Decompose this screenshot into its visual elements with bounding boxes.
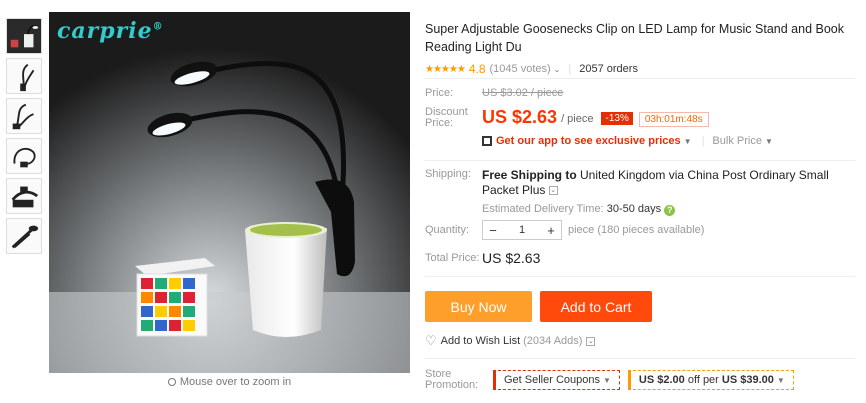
countdown-timer: 03h:01m:48s <box>638 112 709 127</box>
shipping-label: Shipping: <box>425 168 471 180</box>
thumbnail-2[interactable] <box>6 58 42 94</box>
store-promotion-row: Store Promotion: Get Seller Coupons ▼ US … <box>425 369 794 391</box>
discount-row: Discount Price: US $2.63 / piece -13% 03… <box>425 107 855 129</box>
per-piece-unit: / piece <box>561 113 594 125</box>
wishlist-row[interactable]: ♡ Add to Wish List (2034 Adds) ⌄ <box>425 333 596 349</box>
total-row: Total Price: US $2.63 <box>425 250 540 266</box>
thumbnail-list <box>6 18 44 258</box>
product-title: Super Adjustable Goosenecks Clip on LED … <box>425 22 844 54</box>
stock-note: piece (180 pieces available) <box>568 224 705 236</box>
divider <box>425 358 855 359</box>
eta-label: Estimated Delivery Time: <box>482 203 604 215</box>
quantity-stepper: − 1 + <box>482 220 562 240</box>
main-product-image[interactable]: carprie® <box>49 12 410 373</box>
eta-unit: days <box>637 203 662 215</box>
increment-button[interactable]: + <box>541 221 561 239</box>
total-price: US $2.63 <box>482 250 541 266</box>
caret-down-icon: ▼ <box>603 376 611 385</box>
wishlist-count: (2034 Adds) <box>523 335 583 347</box>
magnifier-icon <box>167 378 176 386</box>
rating-row: ★★★★★ 4.8 (1045 votes) ⌄ | 2057 orders <box>425 62 855 76</box>
help-icon[interactable]: ? <box>664 205 676 216</box>
divider <box>425 276 855 277</box>
deal-amount: US $2.00 <box>638 374 685 386</box>
deal-threshold: US $39.00 <box>721 374 774 386</box>
rating-value: 4.8 <box>468 62 486 76</box>
app-prices-link[interactable]: Get our app to see exclusive prices <box>496 135 681 147</box>
seller-coupons-text: Get Seller Coupons <box>504 374 600 386</box>
thumbnail-5[interactable] <box>6 178 42 214</box>
app-promo-row: Get our app to see exclusive prices ▼ | … <box>482 135 855 147</box>
qr-code-icon <box>482 136 492 146</box>
thumbnail-6[interactable] <box>6 218 42 254</box>
total-label: Total Price: <box>425 252 480 264</box>
buy-now-button[interactable]: Buy Now <box>425 291 532 322</box>
thumbnail-1[interactable] <box>6 18 42 54</box>
shipping-details: Free Shipping to United Kingdom via Chin… <box>482 168 852 217</box>
seller-coupons-button[interactable]: Get Seller Coupons ▼ <box>493 370 620 390</box>
divider <box>425 160 855 161</box>
divider <box>425 78 855 79</box>
quantity-label: Quantity: <box>425 224 470 236</box>
free-shipping-text: Free Shipping to <box>482 168 577 182</box>
purchase-actions: Buy Now Add to Cart <box>425 291 652 322</box>
divider: | <box>568 63 572 75</box>
zoom-hint: Mouse over to zoom in <box>49 376 410 388</box>
price-label: Price: <box>425 87 454 99</box>
caret-down-icon: ▼ <box>776 376 785 385</box>
add-to-cart-button[interactable]: Add to Cart <box>540 291 652 322</box>
shipping-method[interactable]: Free Shipping to United Kingdom via Chin… <box>482 168 852 198</box>
shipping-row: Shipping: Free Shipping to United Kingdo… <box>425 168 852 217</box>
discount-badge: -13% <box>601 112 633 125</box>
votes-count[interactable]: (1045 votes) <box>490 63 551 75</box>
eta-value: 30-50 <box>606 203 635 215</box>
price-row: Price: US $3.02 / piece <box>425 87 855 99</box>
chevron-down-icon[interactable]: ⌄ <box>554 65 561 74</box>
original-price: US $3.02 / piece <box>482 87 564 99</box>
quantity-input[interactable]: 1 <box>503 221 541 239</box>
store-promotion-label: Store Promotion: <box>425 368 479 391</box>
chevron-down-icon[interactable]: ⌄ <box>586 336 596 346</box>
star-rating-icon: ★★★★★ <box>425 63 466 75</box>
bulk-price-link[interactable]: Bulk Price <box>712 135 762 147</box>
delivery-estimate: Estimated Delivery Time: 30-50 days ? <box>482 202 852 217</box>
caret-down-icon[interactable]: ▼ <box>765 137 773 146</box>
discount-label: Discount Price: <box>425 106 468 129</box>
quantity-row: Quantity: − 1 + piece (180 pieces availa… <box>425 220 704 240</box>
deal-text: off per <box>684 374 722 386</box>
lamp-photo <box>49 12 410 373</box>
divider: | <box>701 135 705 147</box>
orders-count: 2057 orders <box>579 63 638 75</box>
heart-icon[interactable]: ♡ <box>425 333 437 349</box>
decrement-button[interactable]: − <box>483 221 503 239</box>
chevron-down-icon[interactable]: ⌄ <box>548 186 558 196</box>
discount-price: US $2.63 <box>482 107 558 127</box>
wishlist-link[interactable]: Add to Wish List <box>441 335 520 347</box>
brand-logo-text: carprie <box>57 18 153 44</box>
product-info: Super Adjustable Goosenecks Clip on LED … <box>425 20 855 391</box>
caret-down-icon[interactable]: ▼ <box>684 137 692 146</box>
brand-logo: carprie® <box>57 18 164 44</box>
registered-mark: ® <box>152 21 164 33</box>
thumbnail-4[interactable] <box>6 138 42 174</box>
price-block: Price: US $3.02 / piece Discount Price: … <box>425 83 855 147</box>
zoom-hint-text: Mouse over to zoom in <box>179 376 292 388</box>
store-deal-button[interactable]: US $2.00 off per US $39.00 ▼ <box>627 370 794 390</box>
thumbnail-3[interactable] <box>6 98 42 134</box>
